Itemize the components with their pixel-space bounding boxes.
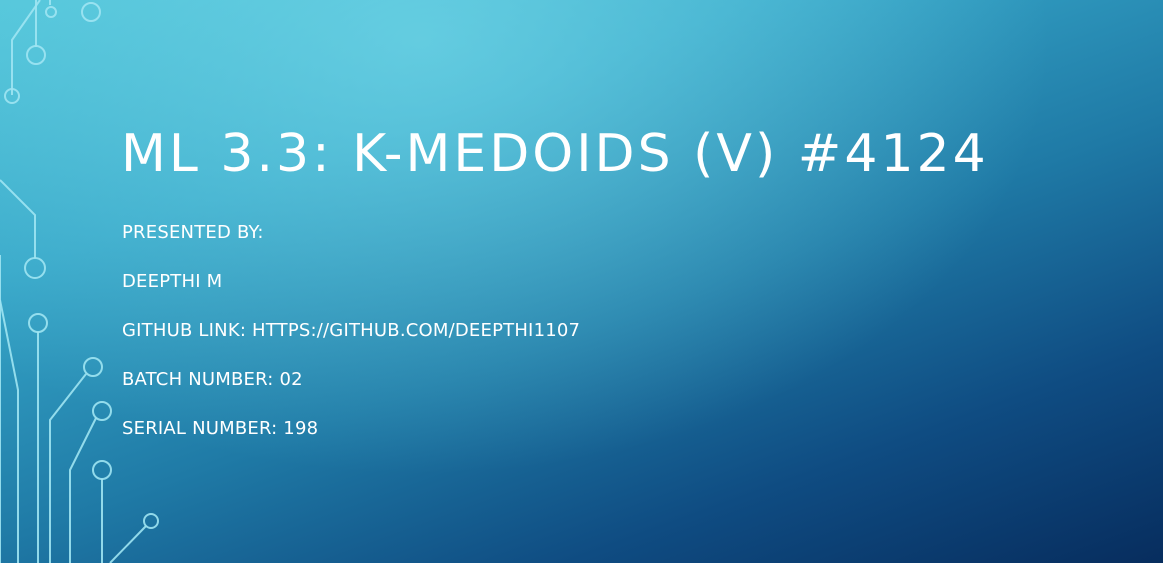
circuit-node bbox=[83, 357, 103, 377]
circuit-line bbox=[0, 179, 36, 258]
circuit-node bbox=[81, 2, 101, 22]
batch-number: BATCH NUMBER: 02 bbox=[122, 369, 303, 390]
slide: ML 3.3: K-MEDOIDS (V) #4124 PRESENTED BY… bbox=[0, 0, 1163, 563]
circuit-node bbox=[92, 460, 112, 480]
circuit-line bbox=[69, 417, 97, 563]
circuit-node bbox=[92, 401, 112, 421]
circuit-node bbox=[143, 513, 159, 529]
serial-number: SERIAL NUMBER: 198 bbox=[122, 418, 319, 439]
subtitle-list: PRESENTED BY: DEEPTHI M GITHUB LINK: HTT… bbox=[122, 220, 580, 465]
presenter-name: DEEPTHI M bbox=[122, 271, 223, 292]
circuit-node bbox=[26, 45, 46, 65]
presented-by-label: PRESENTED BY: bbox=[122, 222, 264, 243]
circuit-line bbox=[0, 299, 19, 563]
github-link: GITHUB LINK: HTTPS://GITHUB.COM/DEEPTHI1… bbox=[122, 320, 581, 341]
circuit-node bbox=[24, 257, 46, 279]
circuit-line bbox=[109, 525, 147, 563]
circuit-node bbox=[45, 6, 57, 18]
slide-title: ML 3.3: K-MEDOIDS (V) #4124 bbox=[121, 124, 989, 184]
circuit-node bbox=[28, 313, 48, 333]
circuit-line bbox=[49, 373, 87, 563]
